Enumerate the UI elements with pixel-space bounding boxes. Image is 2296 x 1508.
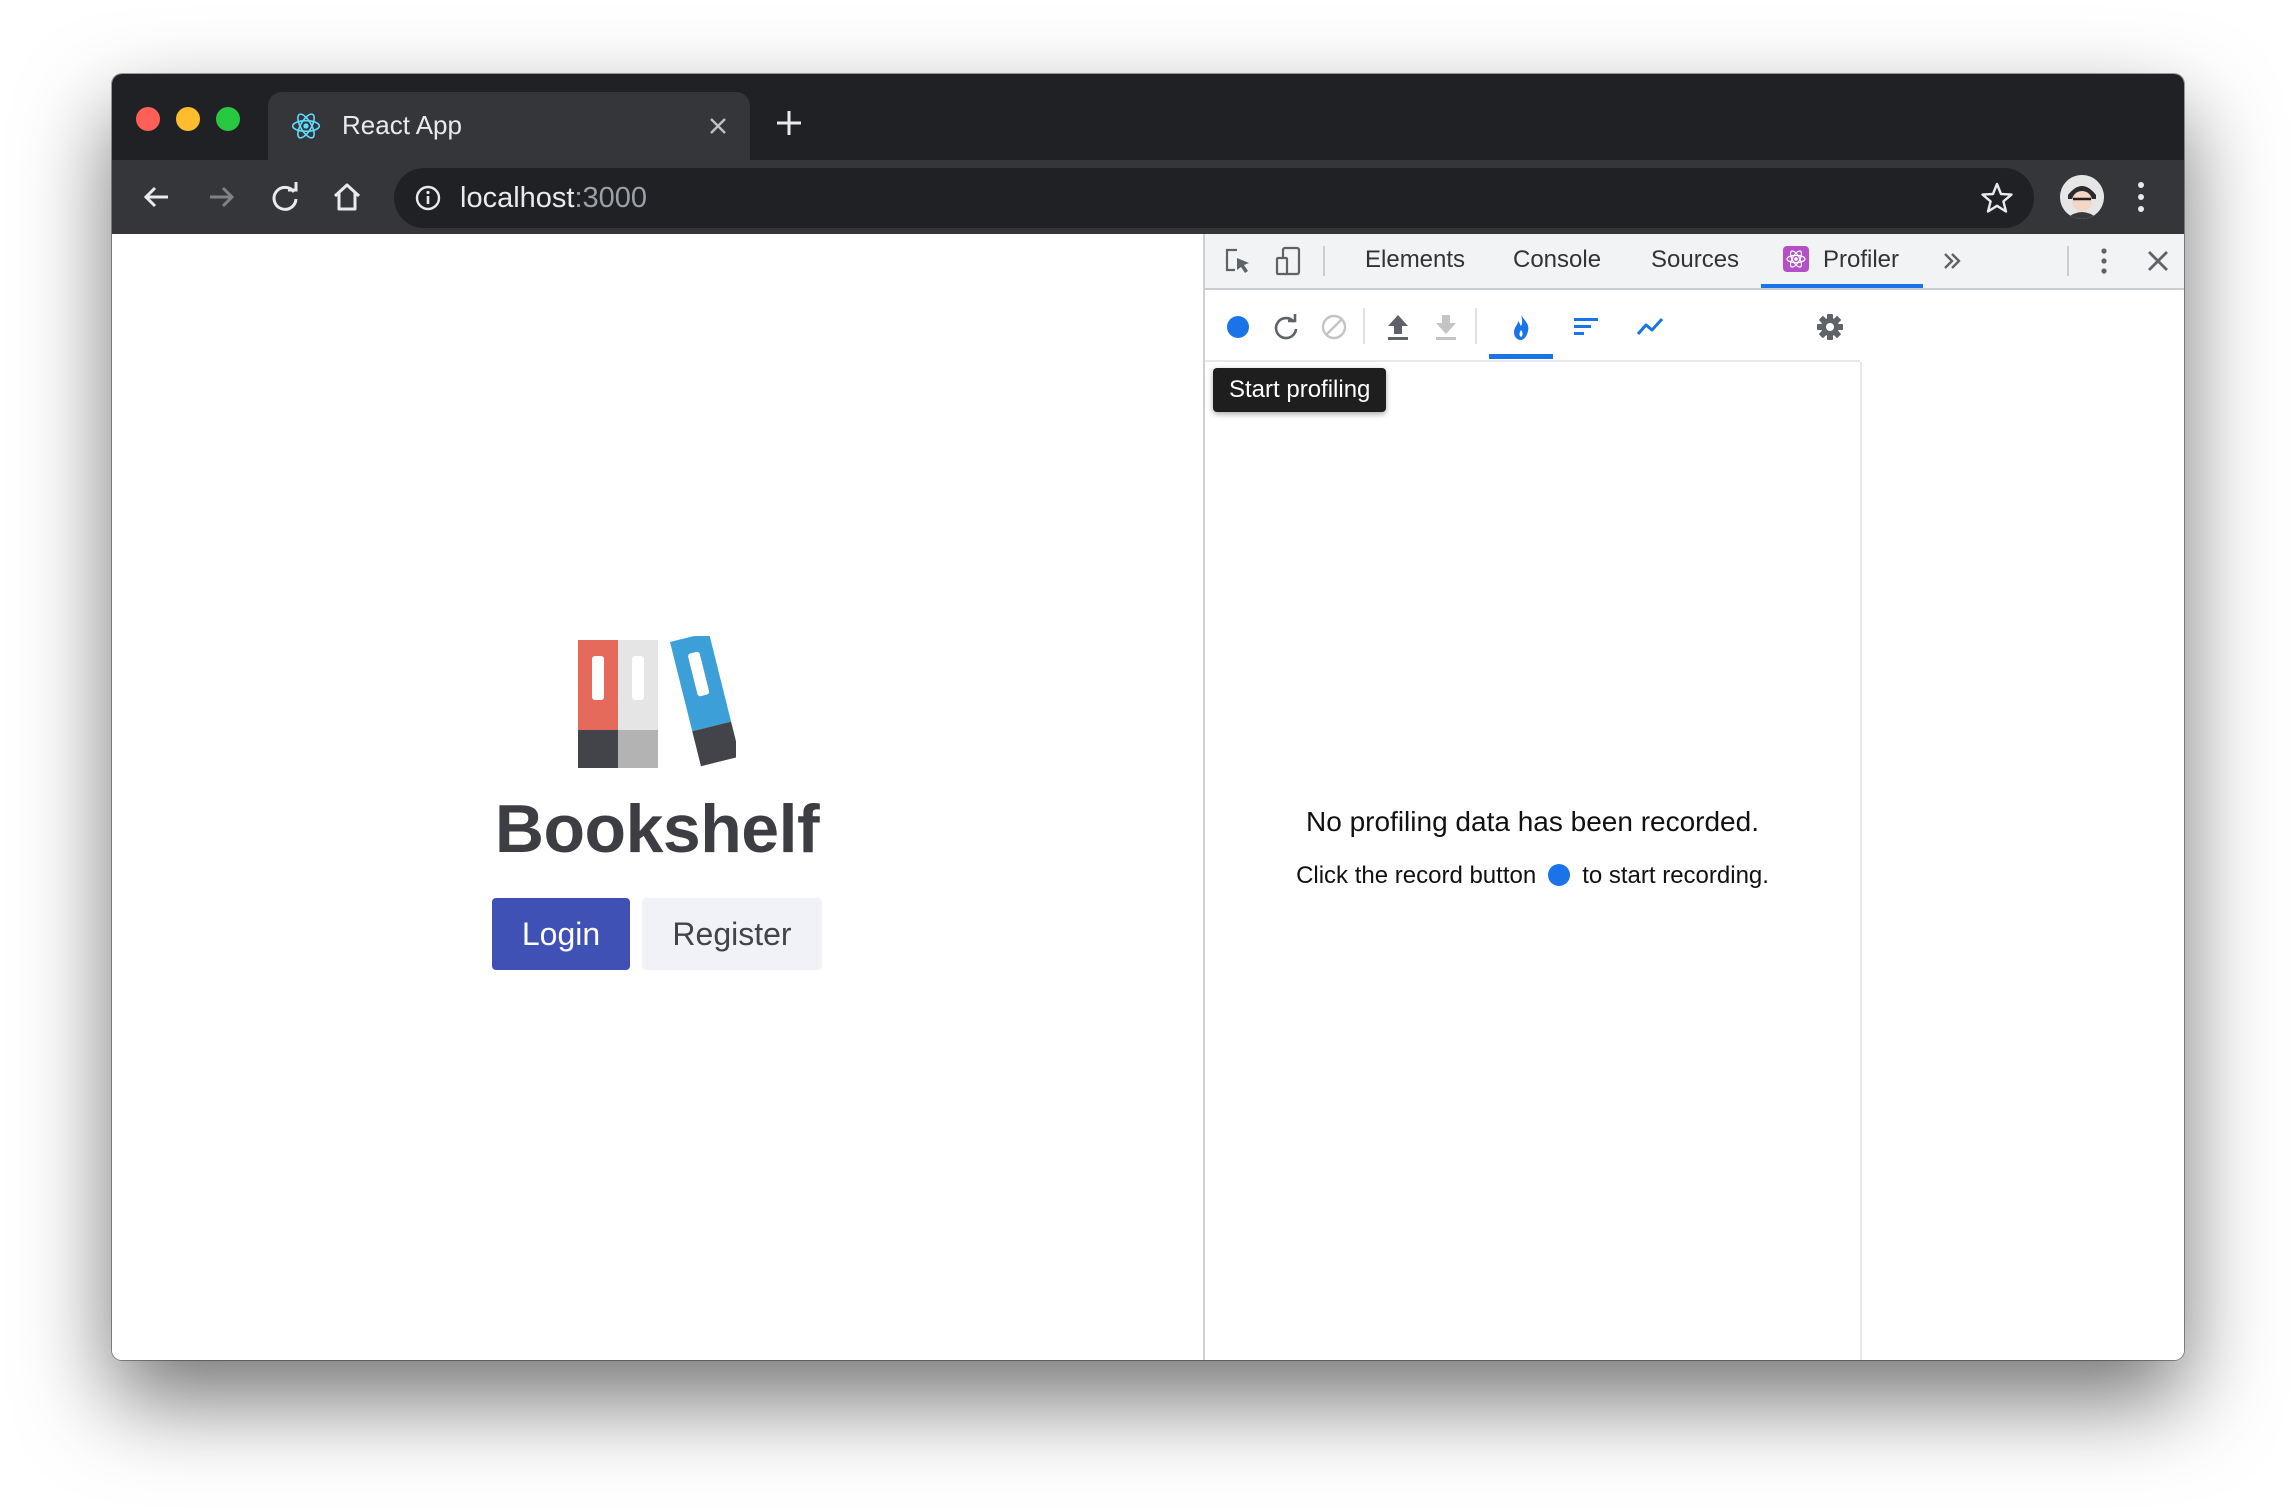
close-tab-icon[interactable] [706,114,730,138]
profiler-content: Start profiling No profiling data has be… [1205,362,1862,1360]
tab-strip: React App [112,74,2184,160]
url-host: localhost [460,182,575,214]
divider [1323,246,1325,276]
avatar-icon [2060,175,2104,219]
devtools-menu-icon[interactable] [2089,246,2119,276]
new-tab-icon[interactable] [774,108,804,138]
address-bar[interactable]: localhost:3000 [394,168,2034,228]
start-profiling-tooltip: Start profiling [1213,368,1387,412]
app-page: Bookshelf Login Register [112,234,1202,1360]
react-devtools-icon [1783,246,1809,272]
devtools-panel: Elements Console Sources Profiler Start … [1203,234,2184,1360]
more-tabs-chevron-icon[interactable] [1937,246,1967,276]
flamegraph-icon[interactable] [1506,312,1536,342]
inspect-element-icon[interactable] [1223,246,1253,276]
save-profile-icon[interactable] [1431,312,1461,342]
empty-state-text-after: to start recording. [1582,862,1769,889]
empty-state-subtitle: Click the record button to start recordin… [1205,862,1860,890]
url-text: localhost:3000 [460,182,647,215]
home-icon[interactable] [330,180,364,214]
info-icon[interactable] [414,184,442,212]
record-dot-icon [1548,864,1571,886]
tab-profiler-label: Profiler [1823,246,1900,273]
device-toolbar-icon[interactable] [1273,246,1303,276]
maximize-window-button[interactable] [216,107,240,131]
bookmark-star-icon[interactable] [1980,181,2014,215]
profiler-toolbar [1205,290,1860,362]
tab-console[interactable]: Console [1513,246,1601,274]
empty-state-title: No profiling data has been recorded. [1306,806,1759,837]
interactions-icon[interactable] [1635,312,1665,342]
app-title: Bookshelf [494,791,820,867]
empty-state-text-before: Click the record button [1296,862,1537,889]
load-profile-icon[interactable] [1383,312,1413,342]
devtools-tabbar: Elements Console Sources Profiler [1205,234,2184,290]
record-icon[interactable] [1223,312,1253,342]
tab-elements[interactable]: Elements [1365,246,1465,274]
divider [1475,308,1477,344]
tab-sources[interactable]: Sources [1651,246,1739,274]
clear-profiling-icon[interactable] [1319,312,1349,342]
browser-menu-icon[interactable] [2136,180,2146,214]
browser-window: React App localhost:3000 Bookshelf Login… [112,74,2184,1360]
minimize-window-button[interactable] [176,107,200,131]
tab-profiler[interactable]: Profiler [1761,234,1923,288]
profile-avatar[interactable] [2060,175,2104,219]
back-arrow-icon[interactable] [140,180,174,214]
divider [2067,246,2069,276]
react-logo-icon [291,113,321,139]
tab-title: React App [342,110,462,140]
login-button[interactable]: Login [492,898,630,970]
close-devtools-icon[interactable] [2143,246,2173,276]
settings-gear-icon[interactable] [1815,312,1845,342]
viewport: Bookshelf Login Register Elements Consol… [112,234,2184,1360]
url-port: :3000 [574,182,648,214]
bookshelf-logo-icon [578,636,736,768]
forward-arrow-icon[interactable] [204,180,238,214]
browser-tab[interactable]: React App [268,92,750,160]
ranked-chart-icon[interactable] [1571,312,1601,342]
active-view-indicator [1489,354,1553,359]
reload-icon[interactable] [268,180,302,214]
divider [1363,308,1365,344]
register-button[interactable]: Register [642,898,822,970]
reload-and-profile-icon[interactable] [1271,312,1301,342]
close-window-button[interactable] [136,107,160,131]
browser-toolbar: localhost:3000 [112,160,2184,234]
